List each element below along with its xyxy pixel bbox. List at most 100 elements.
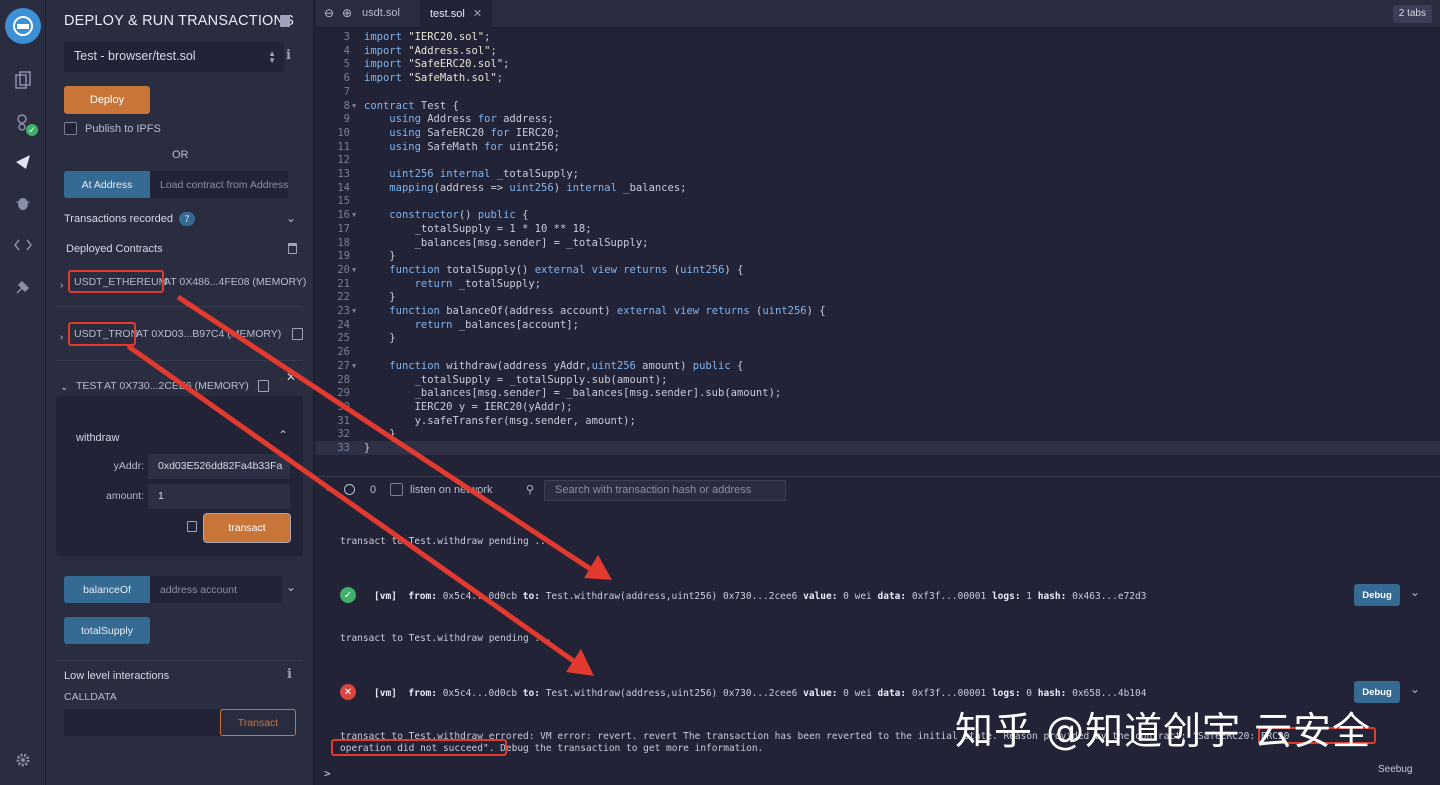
info-icon[interactable]: i — [286, 48, 291, 63]
logs-value: 1 — [1026, 591, 1033, 602]
chevron-down-icon[interactable]: ⌄ — [286, 580, 296, 594]
from-label: from: — [408, 688, 437, 699]
line-number: 18 — [337, 236, 350, 249]
zoom-out-icon[interactable]: ⊖ — [324, 6, 334, 20]
copy-icon[interactable] — [292, 328, 303, 340]
settings-gear-icon[interactable] — [13, 750, 33, 770]
line-number: 32 — [337, 428, 350, 441]
fold-arrow-icon[interactable]: ▼ — [352, 360, 356, 374]
copy-calldata-icon[interactable] — [187, 521, 197, 532]
listen-network-checkbox[interactable] — [390, 483, 403, 496]
publish-ipfs-checkbox[interactable] — [64, 122, 77, 135]
fold-arrow-icon[interactable]: ▼ — [352, 100, 356, 114]
contract-select-value: Test - browser/test.sol — [74, 49, 196, 63]
debugger-icon[interactable] — [13, 193, 33, 213]
value-label: value: — [803, 591, 838, 602]
code-line: 8 ▼ contract Test { — [316, 100, 1416, 114]
calldata-input[interactable] — [64, 709, 220, 736]
logs-label: logs: — [991, 591, 1021, 602]
line-number: 17 — [337, 222, 350, 235]
code-text: import "Address.sol"; — [364, 44, 497, 57]
debug-button[interactable]: Debug — [1354, 584, 1400, 606]
line-number: 28 — [337, 373, 350, 386]
deploy-run-icon[interactable] — [13, 152, 33, 172]
line-number: 4 — [343, 44, 350, 57]
data-label: data: — [877, 688, 907, 699]
transact-button[interactable]: transact — [203, 513, 291, 543]
code-line: 29 _balances[msg.sender] = _balances[msg… — [316, 387, 1416, 401]
code-text: import "IERC20.sol"; — [364, 31, 491, 43]
tab-label: usdt.sol — [362, 7, 400, 19]
zoom-in-icon[interactable]: ⊕ — [342, 6, 352, 20]
at-address-button[interactable]: At Address — [64, 171, 150, 198]
yaddr-input[interactable]: 0xd03E526dd82Fa4b33Fa — [148, 454, 290, 479]
code-text: return _balances[account]; — [414, 318, 579, 331]
code-line: 32 } — [316, 428, 1416, 442]
deploy-button[interactable]: Deploy — [64, 86, 150, 114]
clear-console-icon[interactable] — [344, 484, 355, 495]
code-line: 27 ▼ function withdraw(address yAddr,uint… — [316, 360, 1416, 374]
load-contract-input[interactable]: Load contract from Address — [150, 171, 288, 198]
file-explorer-icon[interactable] — [13, 70, 33, 90]
collapse-terminal-icon[interactable]: ⌄ — [324, 483, 332, 494]
code-line: 20 ▼ function totalSupply() external view… — [316, 264, 1416, 278]
code-text: } — [364, 442, 371, 454]
contract-select[interactable]: Test - browser/test.sol ▲ ▼ — [64, 42, 284, 72]
tx-log-success[interactable]: [vm] from: 0x5c4...0d0cb to: Test.withdr… — [374, 591, 1146, 602]
chevron-down-icon[interactable]: ⌄ — [286, 211, 296, 225]
balanceof-button[interactable]: balanceOf — [64, 576, 150, 603]
code-line: 22 } — [316, 291, 1416, 305]
line-number: 8 — [343, 99, 350, 112]
balanceof-input[interactable]: address account — [150, 576, 282, 603]
publish-ipfs-label: Publish to IPFS — [85, 123, 161, 135]
tab-test-sol[interactable]: test.sol ✕ — [420, 0, 493, 28]
copy-icon[interactable] — [258, 380, 269, 392]
data-label: data: — [877, 591, 907, 602]
fold-arrow-icon[interactable]: ▼ — [352, 209, 356, 223]
close-icon[interactable]: ✕ — [286, 370, 296, 384]
hash-value: 0x658...4b104 — [1072, 688, 1147, 699]
chevron-down-icon[interactable]: ⌄ — [1410, 682, 1420, 696]
code-line: 28 _totalSupply = _totalSupply.sub(amoun… — [316, 374, 1416, 388]
error-x-icon: ✕ — [340, 684, 356, 700]
line-number: 10 — [337, 126, 350, 139]
terminal-bar: ⌄ 0 listen on network ⚲ — [316, 476, 1440, 504]
trash-icon[interactable] — [288, 243, 297, 254]
terminal-prompt[interactable]: > — [324, 767, 331, 780]
chevron-down-icon[interactable]: ⌄ — [1410, 585, 1420, 599]
data-value: 0xf3f...00001 — [911, 591, 987, 602]
info-icon[interactable]: i — [287, 667, 292, 682]
code-text: _balances[msg.sender] = _balances[msg.se… — [364, 387, 782, 400]
calldata-label: CALLDATA — [64, 691, 117, 703]
contract-name: TEST — [76, 380, 103, 392]
low-level-transact-button[interactable]: Transact — [220, 709, 296, 736]
plugin-manager-icon[interactable] — [13, 277, 33, 297]
deployed-contracts-label: Deployed Contracts — [66, 243, 163, 255]
plugin-code-icon[interactable] — [13, 235, 33, 255]
fold-arrow-icon[interactable]: ▼ — [352, 305, 356, 319]
hash-value: 0x463...e72d3 — [1072, 591, 1147, 602]
line-number: 19 — [337, 250, 350, 263]
amount-input[interactable]: 1 — [148, 484, 290, 509]
close-tab-icon[interactable]: ✕ — [473, 8, 482, 20]
tx-log-error[interactable]: [vm] from: 0x5c4...0d0cb to: Test.withdr… — [374, 688, 1146, 699]
code-line: 5 import "SafeERC20.sol"; — [316, 58, 1416, 72]
divider — [56, 360, 302, 361]
code-text: IERC20 y = IERC20(yAddr); — [364, 400, 573, 413]
logs-label: logs: — [991, 688, 1021, 699]
chevron-up-icon[interactable]: ⌃ — [278, 428, 288, 442]
code-line: 31 y.safeTransfer(msg.sender, amount); — [316, 415, 1416, 429]
code-editor[interactable]: 3 import "IERC20.sol"; 4 import "Address.so… — [316, 29, 1440, 458]
docs-book-icon[interactable] — [280, 15, 290, 27]
line-number: 23 — [337, 305, 350, 317]
tabs-count-pill[interactable]: 2 tabs — [1392, 5, 1432, 23]
terminal-search-input[interactable]: Search with transaction hash or address — [544, 480, 786, 501]
tab-usdt-sol[interactable]: usdt.sol — [352, 0, 410, 28]
to-value: Test.withdraw(address,uint256) 0x730...2… — [545, 688, 798, 699]
withdraw-function-name: withdraw — [76, 432, 120, 444]
remix-logo-icon[interactable] — [5, 8, 41, 44]
line-number: 31 — [337, 414, 350, 427]
transactions-recorded-label: Transactions recorded — [64, 213, 174, 225]
totalsupply-button[interactable]: totalSupply — [64, 617, 150, 644]
fold-arrow-icon[interactable]: ▼ — [352, 264, 356, 278]
